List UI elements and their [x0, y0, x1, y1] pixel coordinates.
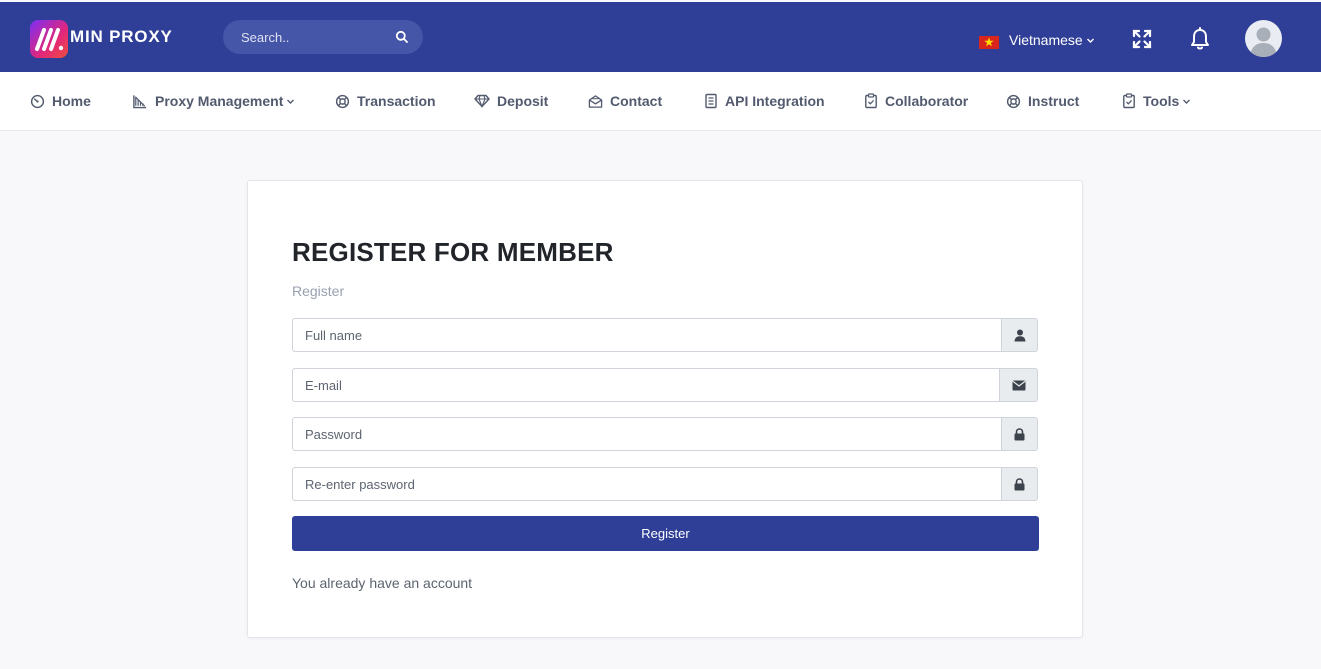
diamond-icon: [474, 94, 490, 108]
search-input[interactable]: [223, 20, 388, 54]
chevron-down-icon: [287, 99, 295, 104]
language-selector[interactable]: Vietnamese: [979, 30, 1095, 50]
avatar-placeholder-icon: [1250, 27, 1277, 57]
page-title: REGISTER FOR MEMBER: [292, 237, 614, 267]
login-link[interactable]: You already have an account: [292, 575, 472, 591]
password-addon: [1001, 417, 1038, 451]
register-button[interactable]: Register: [292, 516, 1039, 551]
user-avatar[interactable]: [1245, 20, 1282, 57]
vietnam-flag-icon: [979, 35, 999, 49]
logo-mark-icon: [35, 28, 64, 51]
full-name-addon: [1001, 318, 1038, 352]
nav-proxy-management[interactable]: Proxy Management: [132, 72, 295, 130]
search-box: [223, 20, 423, 54]
nav-tools-label: Tools: [1143, 93, 1180, 109]
nav-contact-label: Contact: [610, 93, 663, 109]
password-group: [292, 417, 1039, 451]
language-label: Vietnamese: [1009, 32, 1083, 48]
page-subtitle: Register: [292, 283, 345, 299]
bell-icon[interactable]: [1189, 27, 1211, 51]
full-name-input[interactable]: [292, 318, 1002, 352]
full-name-group: [292, 318, 1039, 352]
chevron-down-icon: [1086, 38, 1094, 43]
search-icon[interactable]: [395, 30, 409, 44]
envelope-open-icon: [588, 94, 603, 108]
register-card: REGISTER FOR MEMBER Register Full name E…: [247, 180, 1083, 638]
main-nav: Home Proxy Management Transaction Deposi…: [0, 72, 1321, 131]
email-addon: [999, 368, 1038, 402]
chevron-down-icon: [1183, 99, 1191, 104]
nav-contact[interactable]: Contact: [588, 72, 662, 130]
confirm-password-group: [292, 467, 1039, 501]
confirm-password-addon: [1001, 467, 1038, 501]
lifebuoy-icon: [1006, 94, 1021, 108]
email-input[interactable]: [292, 368, 1000, 402]
nav-collaborator[interactable]: Collaborator: [864, 72, 968, 130]
nav-home[interactable]: Home: [30, 72, 91, 130]
document-icon: [705, 93, 717, 109]
nav-tools[interactable]: Tools: [1122, 72, 1191, 130]
confirm-password-input[interactable]: [292, 467, 1002, 501]
top-bar: MIN PROXY Vietnamese: [0, 2, 1321, 72]
nav-transaction[interactable]: Transaction: [335, 72, 436, 130]
nav-api-integration-label: API Integration: [725, 93, 825, 109]
lifebuoy-icon: [335, 94, 350, 108]
nav-home-label: Home: [52, 93, 91, 109]
brand-logo[interactable]: [30, 20, 68, 58]
password-input[interactable]: [292, 417, 1002, 451]
nav-api-integration[interactable]: API Integration: [704, 72, 825, 130]
nav-instruct[interactable]: Instruct: [1006, 72, 1079, 130]
user-icon: [1014, 329, 1025, 341]
lock-icon: [1014, 427, 1025, 440]
fullscreen-icon[interactable]: [1131, 28, 1153, 50]
clipboard-icon: [865, 93, 877, 109]
nav-proxy-management-label: Proxy Management: [155, 93, 284, 109]
clipboard-icon: [1123, 93, 1135, 109]
dashboard-icon: [30, 94, 45, 108]
envelope-icon: [1011, 380, 1026, 390]
brand-name[interactable]: MIN PROXY: [70, 27, 173, 47]
nav-transaction-label: Transaction: [357, 93, 436, 109]
nav-deposit[interactable]: Deposit: [474, 72, 548, 130]
chart-icon: [133, 94, 147, 108]
nav-deposit-label: Deposit: [497, 93, 549, 109]
email-group: [292, 368, 1039, 402]
lock-icon: [1014, 477, 1025, 490]
nav-instruct-label: Instruct: [1028, 93, 1080, 109]
nav-collaborator-label: Collaborator: [885, 93, 969, 109]
